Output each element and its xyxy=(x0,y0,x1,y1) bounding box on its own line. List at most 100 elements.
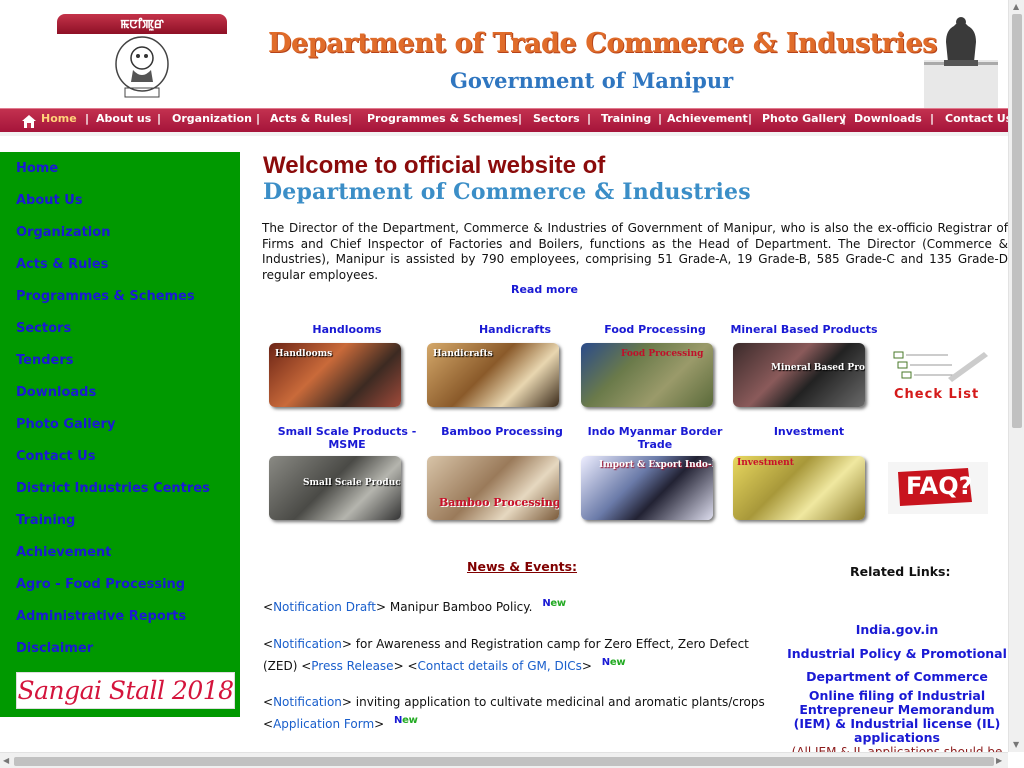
news-item: <Notification> for Awareness and Registr… xyxy=(263,637,749,651)
site-subtitle: Government of Manipur xyxy=(450,68,734,93)
investment-image[interactable]: Investment xyxy=(733,456,865,520)
india-gov-link[interactable]: India.gov.in xyxy=(786,623,1008,637)
sidebar-item-tenders[interactable]: Tenders xyxy=(16,353,73,368)
new-badge: New xyxy=(601,657,626,668)
intro-paragraph: The Director of the Department, Commerce… xyxy=(262,221,1008,282)
nav-separator: | xyxy=(930,112,935,125)
news-item-text: > Manipur Bamboo Policy. xyxy=(375,600,533,614)
sector-handicrafts-link[interactable]: Handicrafts xyxy=(440,323,590,336)
scroll-right-arrow-icon[interactable]: ▶ xyxy=(996,756,1002,765)
sidebar-item-programmes-schemes[interactable]: Programmes & Schemes xyxy=(16,289,195,304)
nav-separator: | xyxy=(256,112,261,125)
indo-myanmar-image[interactable]: Import & Export Indo-Myanmar xyxy=(581,456,713,520)
news-item-text: > for Awareness and Registration camp fo… xyxy=(341,637,749,651)
welcome-heading: Welcome to official website of xyxy=(263,152,606,179)
site-title: Department of Trade Commerce & Industrie… xyxy=(268,28,937,59)
online-filing-iem-link[interactable]: Online filing of Industrial Entrepreneur… xyxy=(786,689,1008,745)
sector-investment-link[interactable]: Investment xyxy=(734,425,884,438)
faq-image[interactable]: FAQ? xyxy=(888,462,988,514)
horizontal-scrollbar[interactable]: ◀ ▶ xyxy=(0,752,1008,768)
vertical-scroll-thumb[interactable] xyxy=(1012,14,1022,428)
mineral-based-products-image[interactable]: Mineral Based Products xyxy=(733,343,865,407)
sector-small-scale-msme-link[interactable]: Small Scale Products -MSME xyxy=(272,425,422,451)
department-of-commerce-link[interactable]: Department of Commerce xyxy=(786,670,1008,684)
application-form-link[interactable]: Application Form xyxy=(273,717,374,731)
nav-organization[interactable]: Organization xyxy=(172,112,252,125)
nav-acts-rules[interactable]: Acts & Rules xyxy=(270,112,348,125)
sector-mineral-based-products-link[interactable]: Mineral Based Products xyxy=(729,323,879,336)
new-badge: New xyxy=(542,598,566,609)
site-header: ꯃꯅꯤꯄꯨꯔ Department of Trade Commerce & In… xyxy=(0,0,1008,108)
sidebar-item-downloads[interactable]: Downloads xyxy=(16,385,96,400)
sidebar: Home About Us Organization Acts & Rules … xyxy=(0,152,240,717)
nav-achievement[interactable]: Achievement xyxy=(667,112,748,125)
sector-bamboo-processing-link[interactable]: Bamboo Processing xyxy=(427,425,577,438)
horizontal-scroll-thumb[interactable] xyxy=(14,757,994,766)
news-item: <Application Form> New xyxy=(263,715,418,731)
news-item: (ZED) <Press Release> <Contact details o… xyxy=(263,657,626,673)
sidebar-item-training[interactable]: Training xyxy=(16,513,75,528)
checklist-image[interactable]: Check List xyxy=(888,348,990,402)
sidebar-item-about-us[interactable]: About Us xyxy=(16,193,83,208)
sidebar-item-achievement[interactable]: Achievement xyxy=(16,545,111,560)
related-links-heading: Related Links: xyxy=(850,564,951,579)
sidebar-item-agro-food-processing[interactable]: Agro - Food Processing xyxy=(16,577,185,592)
scroll-left-arrow-icon[interactable]: ◀ xyxy=(3,756,9,765)
handicrafts-image[interactable]: Handicrafts xyxy=(427,343,559,407)
vertical-scrollbar[interactable]: ▲ ▼ xyxy=(1008,0,1024,752)
new-badge-text: ew xyxy=(550,598,566,609)
sector-handlooms-link[interactable]: Handlooms xyxy=(272,323,422,336)
news-events-heading: News & Events: xyxy=(467,559,578,574)
notification-medicinal-plants-link[interactable]: Notification xyxy=(273,695,342,709)
scroll-up-arrow-icon[interactable]: ▲ xyxy=(1013,2,1019,11)
sector-food-processing-link[interactable]: Food Processing xyxy=(580,323,730,336)
sangai-stall-banner-text: Sangai Stall 2018 xyxy=(17,676,234,705)
handlooms-image[interactable]: Handlooms xyxy=(269,343,401,407)
nav-contact-us[interactable]: Contact Us xyxy=(945,112,1012,125)
industrial-policy-link[interactable]: Industrial Policy & Promotional xyxy=(786,647,1008,661)
sidebar-item-acts-rules[interactable]: Acts & Rules xyxy=(16,257,108,272)
nav-about-us[interactable]: About us xyxy=(96,112,151,125)
small-scale-products-image[interactable]: Small Scale Products xyxy=(269,456,401,520)
department-heading: Department of Commerce & Industries xyxy=(263,179,751,205)
nav-sectors[interactable]: Sectors xyxy=(533,112,580,125)
sidebar-item-organization[interactable]: Organization xyxy=(16,225,110,240)
bamboo-processing-image[interactable]: Bamboo Processing xyxy=(427,456,559,520)
nav-home[interactable]: Home xyxy=(41,112,77,125)
food-processing-image[interactable]: Food Processing xyxy=(581,343,713,407)
press-release-link[interactable]: Press Release xyxy=(311,659,393,673)
sidebar-item-contact-us[interactable]: Contact Us xyxy=(16,449,95,464)
sangai-stall-banner[interactable]: Sangai Stall 2018 xyxy=(16,672,235,709)
nav-divider xyxy=(0,132,1008,136)
sidebar-item-sectors[interactable]: Sectors xyxy=(16,321,71,336)
sidebar-item-disclaimer[interactable]: Disclaimer xyxy=(16,641,93,656)
home-icon[interactable] xyxy=(22,115,36,128)
nav-separator: | xyxy=(842,112,847,125)
handicrafts-image-caption: Handicrafts xyxy=(433,349,493,359)
small-scale-image-caption: Small Scale Products xyxy=(303,478,401,488)
notification-zed-link[interactable]: Notification xyxy=(273,637,342,651)
nav-separator: | xyxy=(518,112,523,125)
scroll-down-arrow-icon[interactable]: ▼ xyxy=(1013,740,1019,749)
sector-indo-myanmar-trade-link[interactable]: Indo Myanmar Border Trade xyxy=(580,425,730,451)
handlooms-image-caption: Handlooms xyxy=(275,349,333,359)
sidebar-item-photo-gallery[interactable]: Photo Gallery xyxy=(16,417,115,432)
nav-separator: | xyxy=(157,112,162,125)
nav-separator: | xyxy=(85,112,90,125)
news-item-text: > < xyxy=(393,659,418,673)
sidebar-item-administrative-reports[interactable]: Administrative Reports xyxy=(16,609,186,624)
nav-downloads[interactable]: Downloads xyxy=(854,112,922,125)
nav-photo-gallery[interactable]: Photo Gallery xyxy=(762,112,846,125)
nav-training[interactable]: Training xyxy=(601,112,651,125)
read-more-link[interactable]: Read more xyxy=(511,283,578,296)
nav-programmes-schemes[interactable]: Programmes & Schemes xyxy=(367,112,518,125)
ashoka-emblem-icon xyxy=(924,17,998,108)
news-item: <Notification> inviting application to c… xyxy=(263,695,765,709)
nav-separator: | xyxy=(587,112,592,125)
contact-details-gm-dics-link[interactable]: Contact details of GM, DICs xyxy=(418,659,582,673)
sidebar-item-home[interactable]: Home xyxy=(16,161,58,176)
sidebar-item-district-industries-centres[interactable]: District Industries Centres xyxy=(16,481,210,496)
faq-label: FAQ? xyxy=(906,472,973,500)
notification-draft-link[interactable]: Notification Draft xyxy=(273,600,376,614)
investment-image-caption: Investment xyxy=(737,458,794,468)
